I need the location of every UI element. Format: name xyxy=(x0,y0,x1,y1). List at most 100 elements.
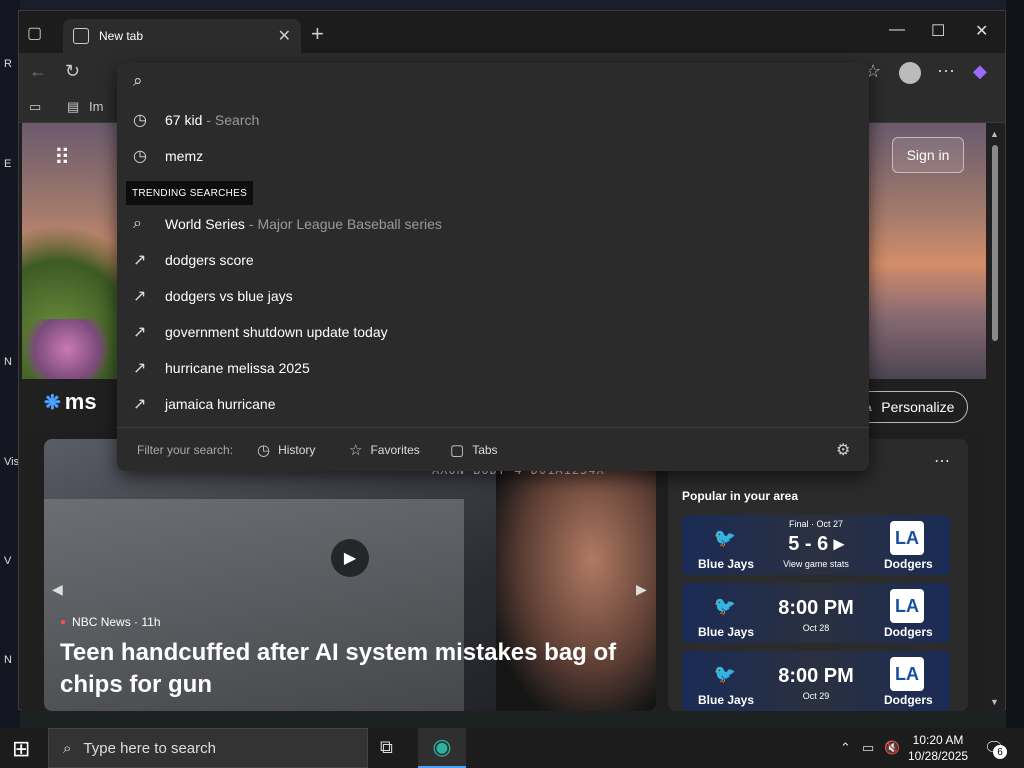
bookmark-device-icon[interactable]: ▭ xyxy=(29,99,41,115)
network-icon[interactable]: ▭ xyxy=(862,740,874,756)
trending-arrow-icon: ↗ xyxy=(133,324,147,341)
search-filter-bar: Filter your search: ◷ History ☆ Favorite… xyxy=(117,427,869,471)
desktop-icon-label[interactable]: E xyxy=(4,158,11,170)
suggestion-trending-item[interactable]: ↗ dodgers vs blue jays xyxy=(117,278,869,314)
edge-taskbar-button[interactable]: ◉ xyxy=(418,728,466,768)
suggestion-history-item[interactable]: ◷ memz xyxy=(117,138,869,174)
carousel-next-icon[interactable]: ▶ xyxy=(636,581,647,598)
filter-history-button[interactable]: ◷ History xyxy=(257,441,315,459)
maximize-icon[interactable]: ☐ xyxy=(931,21,945,41)
tray-chevron-up-icon[interactable]: ⌃ xyxy=(840,740,851,756)
suggestion-trending-item[interactable]: ↗ government shutdown update today xyxy=(117,314,869,350)
away-team-name: Dodgers xyxy=(884,625,933,639)
desktop-icon-label[interactable]: R xyxy=(4,58,12,70)
minimize-icon[interactable]: — xyxy=(889,21,905,39)
search-icon: ⌕ xyxy=(133,215,142,232)
desktop-icon-label[interactable]: Vis xyxy=(4,456,19,468)
msn-butterfly-icon: ❋ xyxy=(44,391,61,414)
suggestion-text: memz xyxy=(165,148,204,164)
top-news-card[interactable]: AXON BODY 4 D01A1234X ▶ ◀ ▶ ● NBC News ·… xyxy=(44,439,656,711)
search-settings-gear-icon[interactable]: ⚙ xyxy=(836,440,850,460)
clock-date: 10/28/2025 xyxy=(908,749,969,763)
desktop-right-edge xyxy=(1006,0,1024,728)
sports-more-options-icon[interactable]: ⋯ xyxy=(934,451,950,471)
suggestion-text: 67 kid xyxy=(165,112,203,128)
filter-favorites-button[interactable]: ☆ Favorites xyxy=(349,441,420,459)
history-clock-icon: ◷ xyxy=(133,148,147,165)
suggestion-text: dodgers score xyxy=(165,252,254,268)
trending-arrow-icon: ↗ xyxy=(133,252,147,269)
suggestion-history-item[interactable]: ◷ 67 kid - Search xyxy=(117,102,869,138)
clock-time: 10:20 AM xyxy=(912,733,964,747)
sports-panel: ⋯ Popular in your area 🐦 Blue Jays Final… xyxy=(668,439,968,711)
game-card[interactable]: 🐦 Blue Jays 8:00 PM Oct 28 LA Dodgers xyxy=(682,583,950,643)
volume-muted-icon[interactable]: 🔇 xyxy=(884,740,900,756)
trending-arrow-icon: ↗ xyxy=(133,396,147,413)
new-tab-plus-icon[interactable]: + xyxy=(311,21,324,47)
search-icon: ⌕ xyxy=(63,739,72,757)
trending-arrow-icon: ↗ xyxy=(133,360,147,377)
dodgers-logo-icon: LA xyxy=(890,657,924,691)
msn-logo[interactable]: ❋ ms xyxy=(44,389,97,415)
scroll-thumb[interactable] xyxy=(992,145,998,341)
suggestion-text: government shutdown update today xyxy=(165,324,388,340)
desktop-icon-label[interactable]: N xyxy=(4,356,12,368)
copilot-icon[interactable]: ◆ xyxy=(973,61,987,82)
page-scrollbar[interactable]: ▲ ▼ xyxy=(986,123,1004,711)
news-source: ● NBC News · 11h xyxy=(60,615,161,629)
suggestion-text: hurricane melissa 2025 xyxy=(165,360,310,376)
personalize-label: Personalize xyxy=(881,399,955,415)
scroll-up-icon[interactable]: ▲ xyxy=(990,129,999,139)
refresh-icon[interactable]: ↻ xyxy=(65,61,80,82)
video-play-button[interactable]: ▶ xyxy=(331,539,369,577)
more-options-icon[interactable]: ⋯ xyxy=(937,61,955,82)
tab-title: New tab xyxy=(99,29,144,43)
filter-favorites-label: Favorites xyxy=(370,442,420,457)
bookmark-folder-icon[interactable]: ▤ xyxy=(67,99,79,115)
game-card[interactable]: 🐦 Blue Jays Final · Oct 27 5 - 6 ▸ View … xyxy=(682,515,950,575)
tabs-icon: ▢ xyxy=(450,441,465,459)
apps-grid-icon[interactable]: ⠿ xyxy=(54,145,70,171)
filter-label: Filter your search: xyxy=(137,442,234,457)
bookmark-folder-label[interactable]: Im xyxy=(89,99,103,114)
search-icon: ⌕ xyxy=(133,71,143,90)
title-bar: ▢ New tab ✕ + — ☐ ✕ xyxy=(19,11,1005,53)
taskbar-search-placeholder: Type here to search xyxy=(83,739,216,757)
away-team-name: Dodgers xyxy=(884,693,933,707)
back-arrow-icon[interactable]: ← xyxy=(29,61,47,82)
news-headline[interactable]: Teen handcuffed after AI system mistakes… xyxy=(60,637,620,701)
taskbar: ⊞ ⌕ Type here to search ⧉ ◉ ⌃ ▭ 🔇 10:20 … xyxy=(0,728,1024,768)
suggestion-trending-item[interactable]: ↗ hurricane melissa 2025 xyxy=(117,350,869,386)
trending-arrow-icon: ↗ xyxy=(133,288,147,305)
filter-history-label: History xyxy=(278,442,316,457)
suggestion-text: dodgers vs blue jays xyxy=(165,288,293,304)
desktop-left-edge: R E N Vis V N xyxy=(0,0,20,728)
game-card[interactable]: 🐦 Blue Jays 8:00 PM Oct 29 LA Dodgers xyxy=(682,651,950,711)
suggestion-trending-item[interactable]: ⌕ World Series - Major League Baseball s… xyxy=(117,206,869,242)
filter-tabs-button[interactable]: ▢ Tabs xyxy=(450,441,498,459)
profile-avatar-icon[interactable] xyxy=(899,62,921,84)
scroll-down-icon[interactable]: ▼ xyxy=(990,697,999,707)
browser-window: ▢ New tab ✕ + — ☐ ✕ ← ↻ ☆ ⋯ ◆ ▭ ▤ Im ⠿ ⚙… xyxy=(18,10,1006,711)
close-tab-icon[interactable]: ✕ xyxy=(278,26,291,46)
task-view-icon[interactable]: ⧉ xyxy=(380,737,393,758)
address-bar-dropdown: ⌕ ◷ 67 kid - Search ◷ memz TRENDING SEAR… xyxy=(117,63,869,471)
system-clock[interactable]: 10:20 AM 10/28/2025 xyxy=(908,732,968,764)
sports-heading: Popular in your area xyxy=(682,489,799,503)
new-tab-page-icon xyxy=(73,28,89,44)
close-window-icon[interactable]: ✕ xyxy=(975,21,988,41)
sign-in-button[interactable]: Sign in xyxy=(892,137,964,173)
taskbar-search-box[interactable]: ⌕ Type here to search xyxy=(48,728,368,768)
desktop-icon-label[interactable]: N xyxy=(4,654,12,666)
tab-new-tab[interactable]: New tab ✕ xyxy=(63,19,301,53)
carousel-prev-icon[interactable]: ◀ xyxy=(52,581,63,598)
windows-start-icon[interactable]: ⊞ xyxy=(12,736,30,762)
dodgers-logo-icon: LA xyxy=(890,521,924,555)
desktop-icon-label[interactable]: V xyxy=(4,555,11,567)
suggestion-trending-item[interactable]: ↗ jamaica hurricane xyxy=(117,386,869,422)
dodgers-logo-icon: LA xyxy=(890,589,924,623)
hero-flowers-decoration xyxy=(22,319,112,379)
suggestion-trending-item[interactable]: ↗ dodgers score xyxy=(117,242,869,278)
address-bar-input[interactable] xyxy=(165,69,845,93)
tab-actions-icon[interactable]: ▢ xyxy=(27,23,49,45)
